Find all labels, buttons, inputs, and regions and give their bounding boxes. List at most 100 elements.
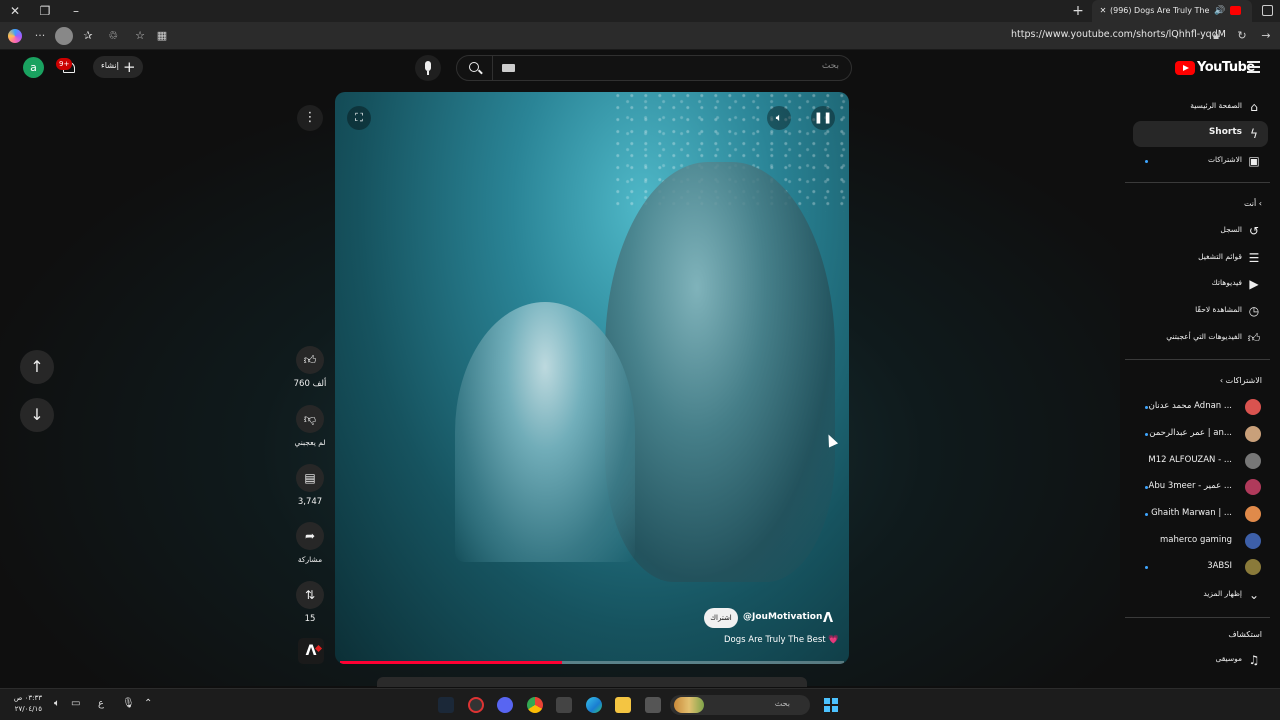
add-favorite-icon[interactable]: ☆ (132, 28, 148, 44)
url-field[interactable]: https://www.youtube.com/shorts/lQhhfl-yq… (1011, 29, 1226, 40)
new-content-dot (1145, 160, 1148, 163)
progress-bar[interactable] (340, 661, 844, 664)
volume-icon[interactable]: 🔈︎ (767, 106, 791, 130)
app-window-icon[interactable] (645, 697, 661, 713)
sidebar-you-heading[interactable]: أنت ‹ (1244, 199, 1262, 208)
show-more-label: إظهار المزيد (1203, 589, 1242, 598)
short-video-player[interactable]: ⛶ 🔈︎ ❚❚ اشتراك @JouMotivation Ʌ Dogs Are… (335, 92, 849, 664)
window-menu-icon[interactable] (1262, 5, 1273, 16)
sidebar-subscription-item[interactable]: محمد عدنان Adnan ... (1133, 395, 1268, 419)
like-button[interactable]: 👍︎ (296, 346, 324, 374)
taskbar-search-input[interactable]: بحث (775, 699, 790, 708)
history-icon: ↺ (1248, 224, 1260, 238)
sidebar-item-your-videos[interactable]: فيديوهاتك ▶ (1133, 271, 1268, 297)
sidebar-item-home[interactable]: الصفحة الرئيسية ⌂ (1133, 94, 1268, 120)
app-icon[interactable] (468, 697, 484, 713)
video-title[interactable]: Dogs Are Truly The Best 💗 (724, 635, 839, 645)
channel-avatar[interactable]: Ʌ (298, 638, 324, 664)
copilot-icon[interactable] (8, 29, 22, 43)
chrome-icon[interactable] (527, 697, 543, 713)
sidebar-item-playlists[interactable]: قوائم التشغيل ☰ (1133, 245, 1268, 271)
hamburger-menu-icon[interactable] (1247, 61, 1260, 73)
next-short-button[interactable]: ↓ (20, 398, 54, 432)
more-icon[interactable]: ··· (32, 28, 48, 44)
tab-title: (996) Dogs Are Truly The Best (1110, 6, 1210, 15)
sidebar-item-history[interactable]: السجل ↺ (1133, 218, 1268, 244)
extensions-icon[interactable]: ♲ (105, 28, 121, 44)
favorites-icon[interactable]: ✰ (80, 28, 96, 44)
refresh-icon[interactable]: ↻ (1234, 28, 1250, 44)
playlists-icon: ☰ (1248, 251, 1260, 265)
dislike-button[interactable]: 👎︎ (296, 405, 324, 433)
sidebar-item-watch-later[interactable]: المشاهدة لاحقًا ◷ (1133, 298, 1268, 324)
voice-search-icon[interactable] (415, 55, 441, 81)
pause-icon[interactable]: ❚❚ (811, 106, 835, 130)
sidebar-subscription-item[interactable]: Ghaith Marwan | ... (1133, 502, 1268, 526)
forward-icon[interactable]: → (1258, 28, 1274, 44)
previous-short-button[interactable]: ↑ (20, 350, 54, 384)
your-videos-icon: ▶ (1249, 277, 1259, 291)
share-button[interactable]: ➦ (296, 522, 324, 550)
browser-tab[interactable]: ✕ (996) Dogs Are Truly The Best 🔊 (1092, 0, 1252, 22)
sidebar-item-liked-videos[interactable]: الفيديوهات التي أعجبتني 👍︎ (1133, 325, 1268, 351)
taskbar-preview-edge (377, 677, 807, 687)
notifications-badge: 9+ (56, 58, 73, 70)
close-tab-icon[interactable]: ✕ (1097, 0, 1109, 22)
keyboard-icon[interactable] (502, 64, 515, 72)
input-language[interactable]: ع (98, 698, 104, 709)
channel-logo-icon[interactable]: Ʌ (819, 610, 837, 628)
steam-icon[interactable] (438, 697, 454, 713)
sidebar-subscriptions-heading[interactable]: ‹ الاشتراكات (1220, 376, 1262, 385)
sidebar-item-label: المشاهدة لاحقًا (1195, 305, 1242, 314)
search-button[interactable] (457, 56, 493, 80)
sidebar-subscription-item[interactable]: maherco gaming (1133, 529, 1268, 553)
sidebar-subscription-item[interactable]: M12 ALFOUZAN - ... (1133, 449, 1268, 473)
microphone-tray-icon[interactable]: 🎙︎ (122, 698, 135, 709)
profile-icon[interactable] (55, 27, 73, 45)
taskbar-search[interactable]: بحث (670, 695, 810, 715)
channel-handle[interactable]: @JouMotivation (743, 612, 822, 622)
new-content-dot (1145, 433, 1148, 436)
sidebar-item-label: فيديوهاتك (1211, 278, 1242, 287)
system-clock[interactable]: ٠٣:٣٣ ص ٢٧/٠٤/١٥ (8, 693, 42, 715)
watch-later-icon: ◷ (1248, 304, 1260, 318)
sidebar-item-subscriptions[interactable]: الاشتراكات ▣ (1133, 148, 1268, 174)
search-box[interactable]: بحث (456, 55, 852, 81)
sidebar-subscription-item[interactable]: 3ABSI (1133, 555, 1268, 579)
sidebar-item-label: الاشتراكات (1207, 155, 1242, 164)
windows-start-icon[interactable] (824, 698, 838, 712)
subscribe-button[interactable]: اشتراك (704, 608, 738, 628)
remix-button[interactable]: ⇅ (296, 581, 324, 609)
more-options-icon[interactable]: ⋮ (297, 105, 323, 131)
sidebar-item-shorts[interactable]: Shorts ϟ (1133, 121, 1268, 147)
sidebar-subscription-item[interactable]: عمر عبدالرحمن | an... (1133, 422, 1268, 446)
comments-button[interactable]: ▤ (296, 464, 324, 492)
restore-window-icon[interactable]: ❐ (36, 2, 54, 20)
new-content-dot (1145, 406, 1148, 409)
thumbs-down-icon: 👎︎ (303, 412, 317, 426)
create-button[interactable]: إنشاء + (93, 56, 143, 78)
search-input[interactable]: بحث (822, 61, 839, 71)
windows-taskbar: ٠٣:٣٣ ص ٢٧/٠٤/١٥ 🔈︎ ▭ ع 🎙︎ ⌃ بحث (0, 688, 1280, 720)
subscription-name: عمر عبدالرحمن | an... (1149, 428, 1232, 438)
arrow-up-icon: ↑ (30, 357, 44, 376)
comment-count: 3,747 (297, 497, 323, 507)
network-tray-icon[interactable]: ▭ (71, 698, 80, 709)
fullscreen-icon[interactable]: ⛶ (347, 106, 371, 130)
avatar[interactable]: a (23, 57, 44, 78)
edge-icon[interactable] (586, 697, 602, 713)
store-icon[interactable] (556, 697, 572, 713)
thumbs-up-icon: 👍︎ (303, 353, 317, 367)
reading-view-icon[interactable]: ▦ (154, 28, 170, 44)
sidebar-show-more[interactable]: إظهار المزيد ⌄ (1133, 582, 1268, 608)
close-window-icon[interactable]: ✕ (6, 2, 24, 20)
sidebar-item-music[interactable]: موسيقى ♫ (1133, 647, 1268, 673)
new-tab-icon[interactable]: + (1071, 2, 1085, 20)
speaker-tray-icon[interactable]: 🔈︎ (54, 698, 60, 709)
chevron-up-icon[interactable]: ⌃ (144, 698, 152, 709)
minimize-window-icon[interactable]: – (67, 2, 85, 20)
discord-icon[interactable] (497, 697, 513, 713)
speaker-icon[interactable]: 🔊 (1214, 0, 1225, 22)
sidebar-subscription-item[interactable]: Abu 3meer - عمير ... (1133, 475, 1268, 499)
file-explorer-icon[interactable] (615, 697, 631, 713)
